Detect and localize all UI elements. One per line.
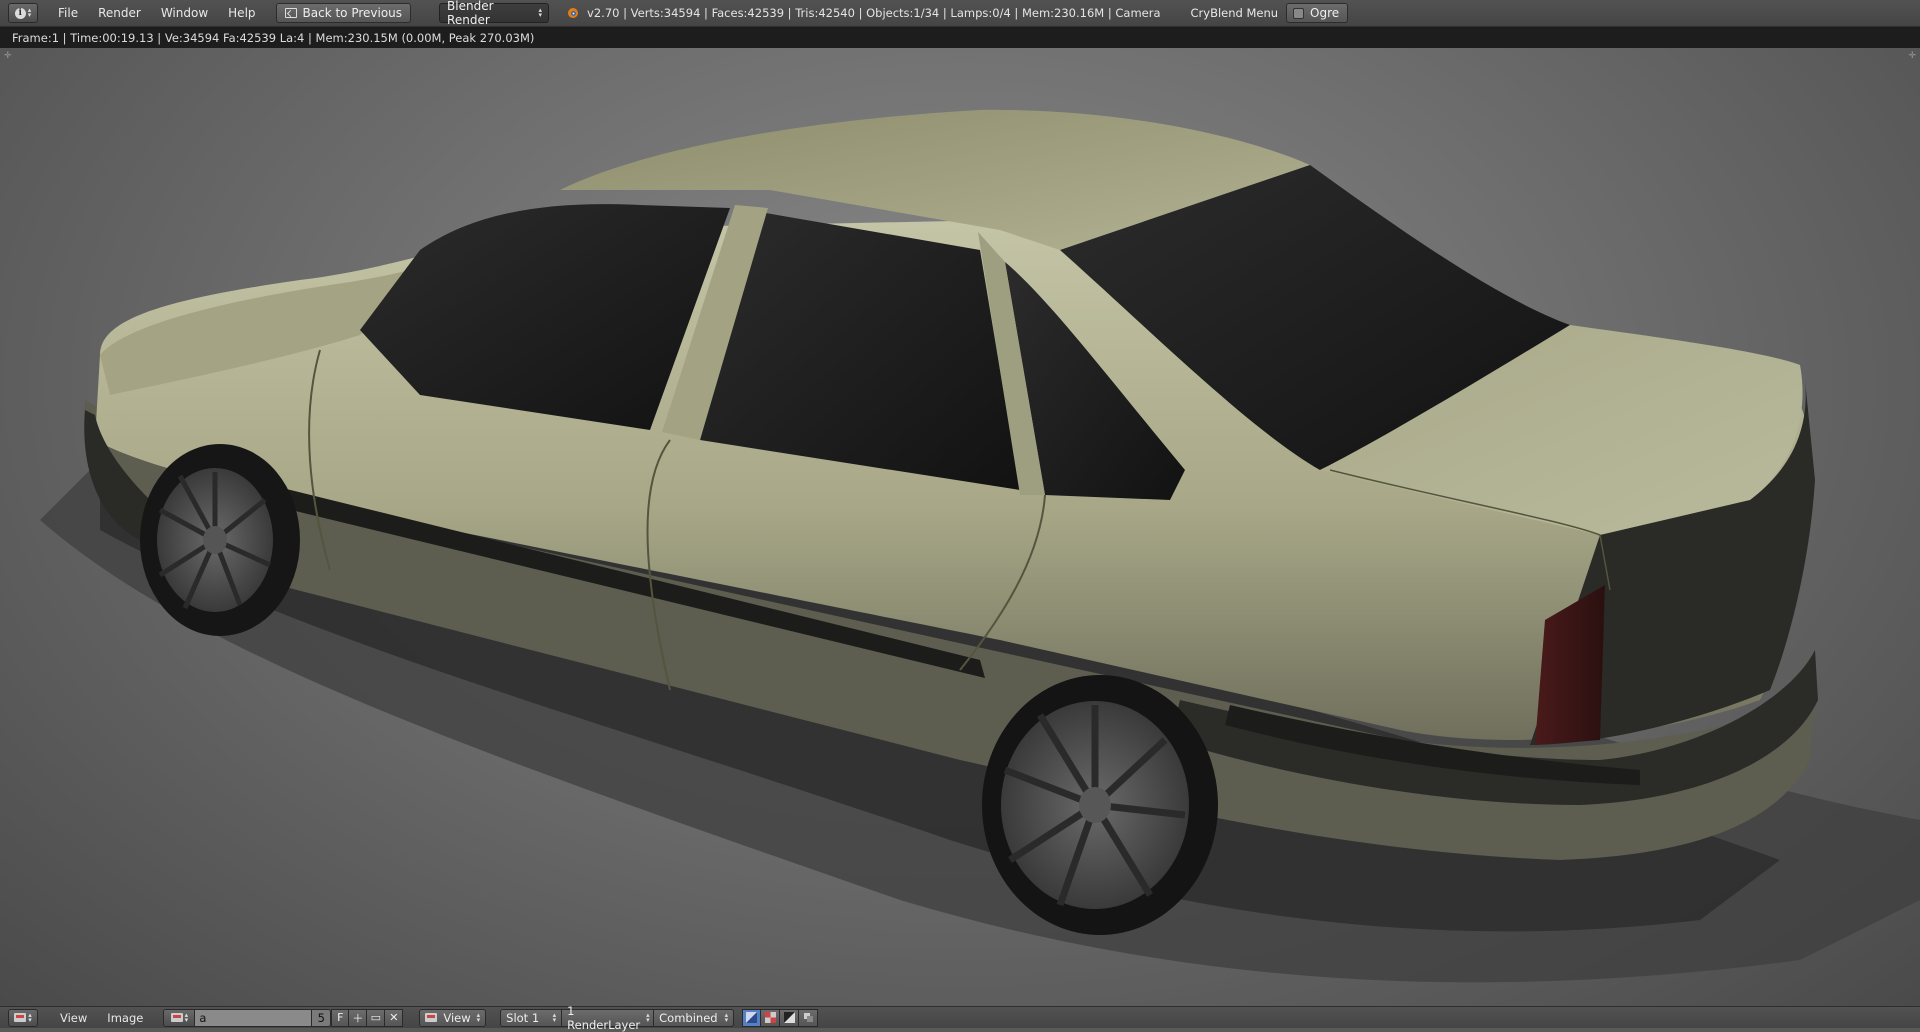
menu-file[interactable]: File: [48, 6, 88, 20]
back-to-previous-label: Back to Previous: [302, 6, 403, 20]
image-browse-button[interactable]: ▴ ▾: [164, 1009, 196, 1026]
image-actions: F ＋ ▭ ✕: [331, 1008, 404, 1027]
updown-icon: ▴ ▾: [27, 6, 32, 19]
render-layer-label: 1 RenderLayer: [567, 1003, 641, 1032]
info-header: i ▴ ▾ File Render Window Help Back to Pre…: [0, 0, 1920, 27]
render-image: [40, 109, 1920, 983]
info-icon: i: [14, 7, 26, 19]
z-buffer-glyph: [803, 1013, 813, 1022]
display-channels: [742, 1008, 819, 1027]
editor-type-button[interactable]: ▴ ▾: [8, 1008, 38, 1027]
menu-window[interactable]: Window: [151, 6, 218, 20]
menu-image[interactable]: Image: [97, 1011, 153, 1025]
menu-render[interactable]: Render: [88, 6, 151, 20]
render-info-bar: Frame:1 | Time:00:19.13 | Ve:34594 Fa:42…: [0, 27, 1920, 48]
slot-select[interactable]: Slot 1 ▴ ▾: [500, 1008, 563, 1027]
editor-type-button[interactable]: i ▴ ▾: [8, 3, 38, 23]
fake-user-button[interactable]: F: [331, 1008, 350, 1027]
back-icon: [284, 8, 297, 18]
blender-logo-icon: [565, 6, 579, 20]
unlink-image-icon[interactable]: ✕: [385, 1008, 404, 1027]
checker-glyph: [764, 1012, 776, 1023]
updown-icon: ▴ ▾: [28, 1010, 32, 1024]
view-mode-label: View: [443, 1010, 471, 1025]
render-engine-label: Blender Render: [447, 0, 494, 27]
updown-icon: ▴ ▾: [552, 1010, 557, 1024]
render-pass-select[interactable]: Combined ▴ ▾: [654, 1008, 735, 1027]
new-image-icon[interactable]: ＋: [349, 1008, 368, 1027]
image-editor-header: ▴▾ View Image ▴▾ 5 F ＋ ▭ ✕ View ▴▾ Slot …: [0, 1004, 1920, 1032]
image-editor-icon: [14, 1013, 27, 1022]
color-alpha-glyph: [746, 1012, 758, 1023]
image-name-input[interactable]: [195, 1009, 312, 1026]
render-slot-group: Slot 1 ▴ ▾ 1 RenderLayer ▴ ▾ Combined ▴ ▾: [494, 1004, 735, 1032]
main-menu: File Render Window Help: [48, 6, 266, 20]
updown-icon: ▴ ▾: [476, 1010, 481, 1024]
scene-stats: v2.70 | Verts:34594 | Faces:42539 | Tris…: [587, 6, 1161, 20]
menu-help[interactable]: Help: [218, 6, 265, 20]
checkbox-icon[interactable]: [1293, 7, 1305, 19]
view-icon: [425, 1013, 438, 1022]
ogre-label: Ogre: [1310, 6, 1340, 20]
checker-icon[interactable]: [761, 1008, 781, 1027]
render-engine-select[interactable]: Blender Render ▴ ▾: [439, 0, 550, 27]
alpha-glyph: [783, 1012, 795, 1023]
open-image-icon[interactable]: ▭: [367, 1008, 386, 1027]
image-editor-menu: View Image: [50, 1011, 153, 1025]
updown-icon: ▴ ▾: [724, 1010, 729, 1024]
alpha-icon[interactable]: [780, 1008, 800, 1027]
z-buffer-icon[interactable]: [799, 1008, 819, 1027]
updown-icon: ▴ ▾: [646, 1010, 650, 1024]
updown-icon: ▴ ▾: [184, 1010, 189, 1024]
render-info-text: Frame:1 | Time:00:19.13 | Ve:34594 Fa:42…: [12, 30, 535, 45]
updown-icon: ▴ ▾: [538, 6, 543, 19]
ogre-toggle[interactable]: Ogre: [1286, 3, 1349, 23]
back-to-previous-button[interactable]: Back to Previous: [275, 3, 412, 23]
image-browse-field[interactable]: ▴▾ 5: [163, 1008, 332, 1027]
render-result-viewport[interactable]: ✛ ✛: [0, 48, 1920, 1006]
image-icon: [170, 1013, 183, 1022]
menu-view[interactable]: View: [50, 1011, 97, 1025]
render-pass-label: Combined: [659, 1010, 718, 1025]
cryblend-menu[interactable]: CryBlend Menu: [1191, 6, 1279, 20]
slot-label: Slot 1: [506, 1010, 540, 1025]
color-alpha-icon[interactable]: [742, 1008, 762, 1027]
view-mode-select[interactable]: View ▴ ▾: [419, 1008, 487, 1027]
render-layer-select[interactable]: 1 RenderLayer ▴ ▾: [562, 1004, 655, 1032]
image-users-count[interactable]: 5: [311, 1009, 331, 1026]
